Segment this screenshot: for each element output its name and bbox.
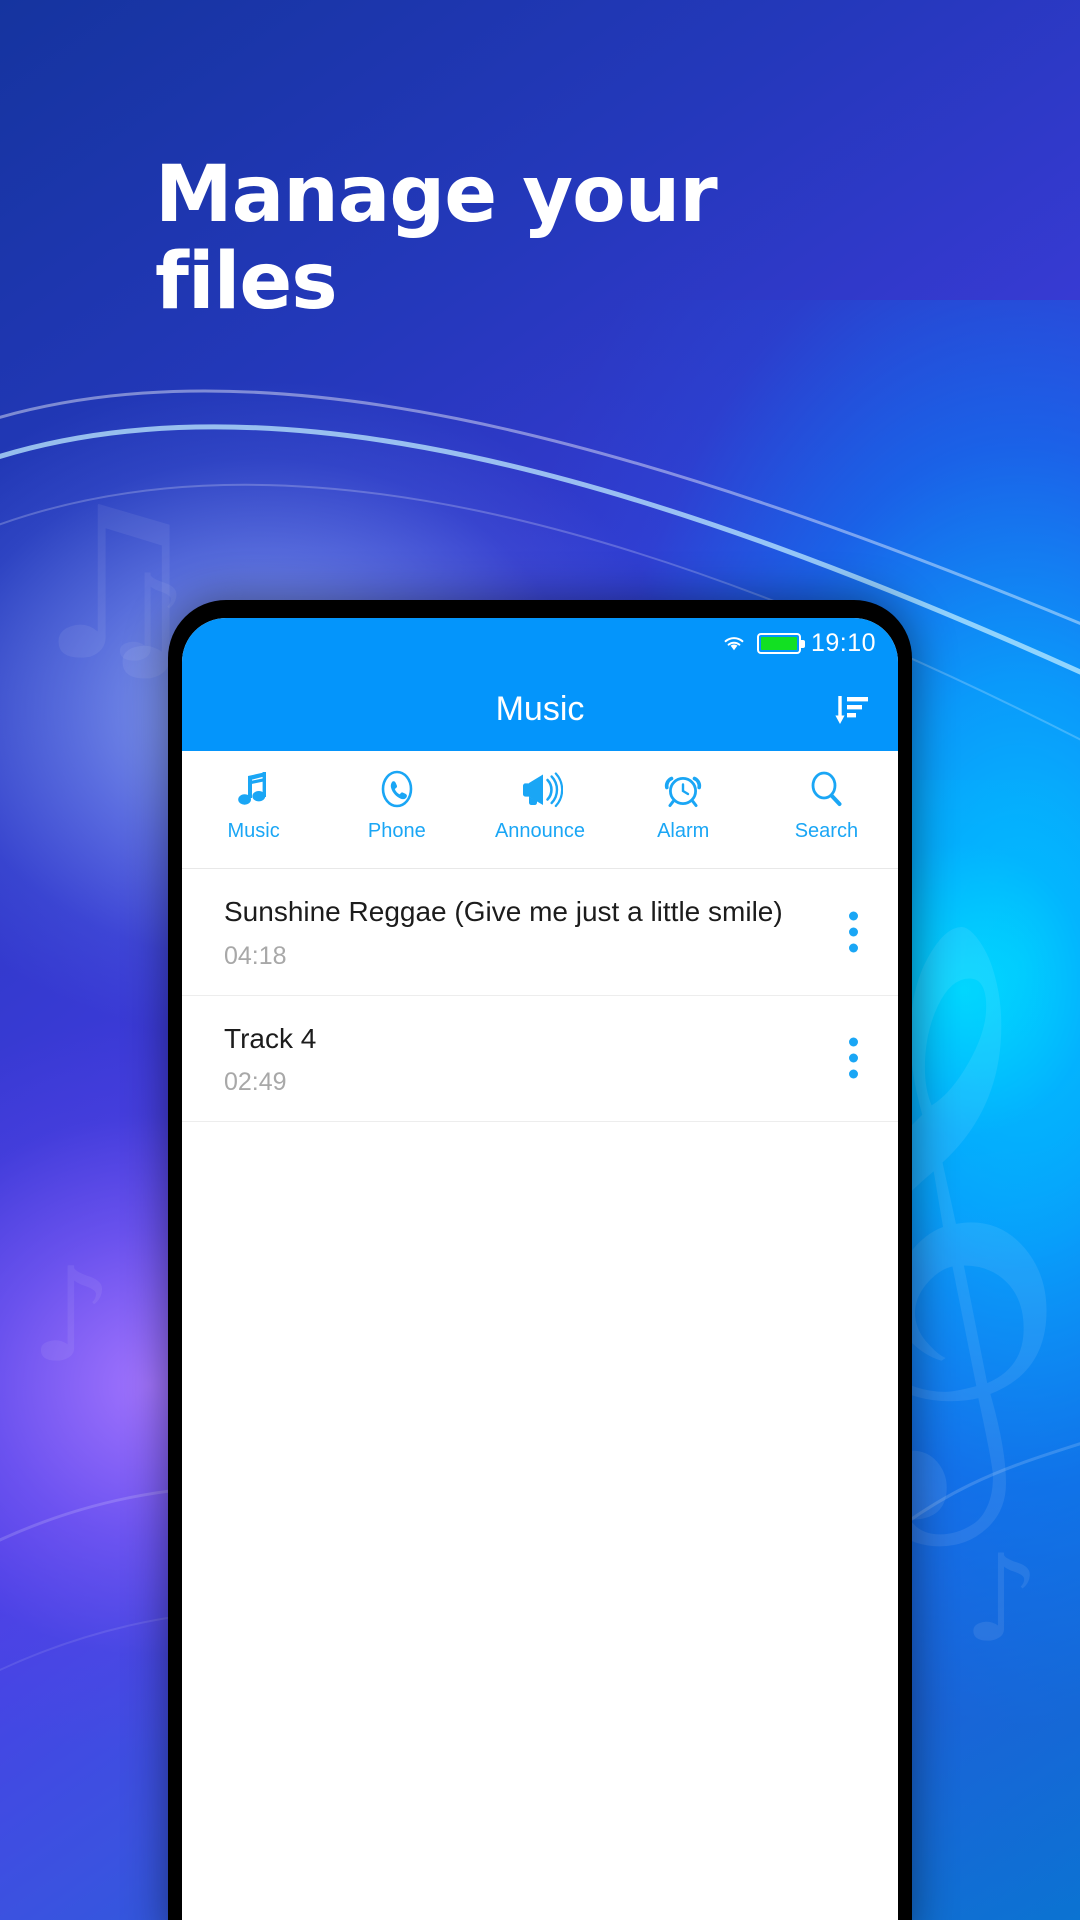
track-title: Sunshine Reggae (Give me just a little s… (224, 896, 783, 927)
tab-label: Music (227, 820, 280, 842)
sort-button[interactable] (830, 688, 874, 732)
tab-alarm[interactable]: Alarm (612, 767, 755, 843)
track-list-item[interactable]: Sunshine Reggae (Give me just a little s… (182, 869, 898, 996)
overflow-menu-icon[interactable] (843, 905, 864, 958)
tab-announce[interactable]: Announce (468, 767, 611, 843)
status-bar-clock: 19:10 (810, 628, 876, 657)
phone-circle-icon (377, 767, 417, 811)
magnifier-icon (806, 767, 846, 811)
tab-bar: Music Phone Announce Alarm Search (182, 751, 898, 869)
tab-label: Phone (367, 820, 426, 842)
tab-music[interactable]: Music (182, 767, 325, 843)
overflow-menu-icon[interactable] (843, 1032, 864, 1085)
promo-headline: Manage your files (155, 150, 718, 328)
track-title: Track 4 (224, 1022, 317, 1054)
tab-label: Announce (494, 820, 586, 842)
wifi-icon (724, 637, 744, 651)
promo-screenshot: 𝄞 ♫ ♪ ♫ ♪ ♪ ♯ Manage your files 19:10 (0, 0, 1080, 1920)
phone-screen: 19:10 Music Music Phone Announce Alarm S… (182, 618, 898, 1920)
phone-device-frame: 19:10 Music Music Phone Announce Alarm S… (168, 600, 912, 1920)
status-bar: 19:10 (182, 618, 898, 668)
track-duration: 02:49 (224, 1068, 287, 1097)
tab-label: Search (794, 820, 859, 842)
app-bar: Music (182, 668, 898, 751)
tab-label: Alarm (657, 820, 710, 842)
track-list: Sunshine Reggae (Give me just a little s… (182, 869, 898, 1123)
alarm-clock-icon (662, 767, 704, 811)
page-title: Music (495, 690, 585, 728)
track-list-item[interactable]: Track 4 02:49 (182, 996, 898, 1123)
music-note-icon (234, 767, 274, 811)
track-duration: 04:18 (224, 941, 287, 970)
battery-icon (756, 632, 805, 654)
tab-search[interactable]: Search (755, 767, 898, 843)
sort-descending-icon (835, 695, 868, 724)
tab-phone[interactable]: Phone (325, 767, 468, 843)
megaphone-icon (517, 767, 563, 811)
